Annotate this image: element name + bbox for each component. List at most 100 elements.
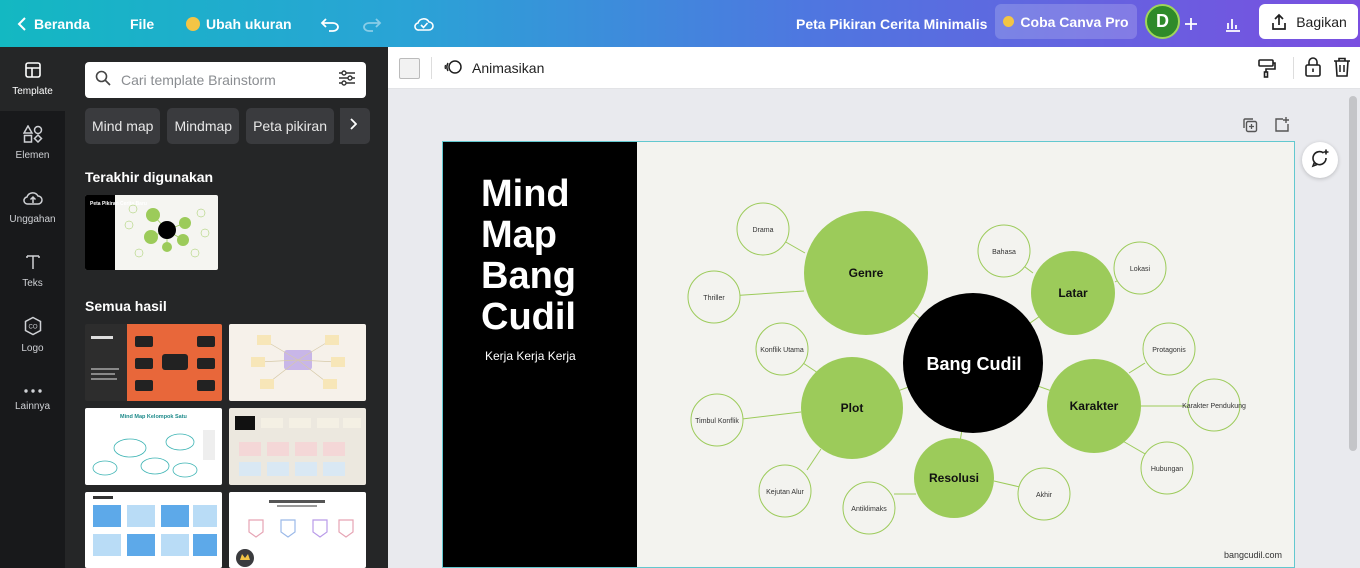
lock-icon: [1303, 57, 1323, 81]
comment-button[interactable]: [1302, 142, 1338, 178]
chevron-left-icon: [16, 16, 28, 32]
thumb-title-text: Peta Pikiran Cerita Baru: [90, 201, 147, 207]
thumb-title-text: Mind Map Kelompok Satu: [120, 414, 187, 420]
template-result[interactable]: Mind Map Kelompok Satu: [85, 408, 222, 485]
leaf-label: Antiklimaks: [851, 506, 887, 513]
leaf-label: Lokasi: [1130, 266, 1151, 273]
add-collaborator-button[interactable]: [1184, 0, 1198, 47]
text-icon: [24, 253, 42, 274]
plus-icon: [1184, 17, 1198, 31]
undo-icon: [320, 16, 340, 32]
template-result[interactable]: [229, 324, 366, 401]
avatar[interactable]: D: [1145, 4, 1180, 39]
add-page-icon: [1273, 117, 1290, 137]
leaf-label: Timbul Konflik: [695, 418, 739, 425]
template-result[interactable]: [229, 408, 366, 485]
rail-item-uploads[interactable]: Unggahan: [0, 175, 65, 239]
hub-label: Plot: [841, 401, 864, 415]
leaf-label: Protagonis: [1152, 347, 1186, 354]
template-result[interactable]: [85, 492, 222, 568]
rail-label: Teks: [22, 278, 43, 289]
add-page-button[interactable]: [1273, 116, 1290, 138]
rail-item-text[interactable]: Teks: [0, 239, 65, 303]
file-label: File: [130, 15, 155, 32]
resize-label: Ubah ukuran: [206, 15, 292, 32]
hub-label: Latar: [1058, 286, 1088, 300]
duplicate-icon: [1242, 118, 1258, 137]
chips-scroll-right[interactable]: [340, 108, 366, 144]
chip-mind-map[interactable]: Mind map: [85, 108, 161, 144]
template-result[interactable]: [229, 492, 366, 568]
home-button[interactable]: Beranda: [16, 0, 90, 47]
more-icon: [23, 386, 43, 397]
trash-icon: [1333, 57, 1351, 81]
file-menu[interactable]: File: [130, 0, 154, 47]
filter-icon[interactable]: [338, 69, 356, 91]
crown-icon: [186, 16, 200, 31]
toolbar-divider: [431, 57, 432, 79]
chip-label: Mindmap: [174, 118, 233, 134]
resize-button[interactable]: Ubah ukuran: [186, 0, 292, 47]
paint-roller-icon: [1256, 59, 1276, 82]
bar-chart-icon: [1224, 16, 1242, 32]
document-title-text: Peta Pikiran Cerita Minimalis: [796, 15, 988, 32]
share-label: Bagikan: [1296, 13, 1347, 30]
elements-icon: [22, 124, 43, 146]
try-pro-button[interactable]: Coba Canva Pro: [995, 4, 1137, 39]
duplicate-page-button[interactable]: [1242, 117, 1258, 138]
lock-button[interactable]: [1303, 57, 1323, 82]
design-page[interactable]: Mind Map Bang Cudil Kerja Kerja Kerja Dr…: [442, 141, 1295, 568]
chip-mindmap[interactable]: Mindmap: [167, 108, 240, 144]
rail-item-more[interactable]: Lainnya: [0, 367, 65, 431]
cloud-save-status[interactable]: [413, 0, 435, 47]
insights-button[interactable]: [1224, 0, 1242, 47]
editor-toolbar: Animasikan: [388, 47, 1360, 89]
document-title[interactable]: Peta Pikiran Cerita Minimalis: [796, 0, 987, 47]
leaf-label: Drama: [752, 227, 773, 234]
chip-peta-pikiran[interactable]: Peta pikiran: [246, 108, 334, 144]
background-color-swatch[interactable]: [399, 58, 420, 79]
undo-button[interactable]: [320, 0, 340, 47]
animate-label: Animasikan: [472, 60, 545, 76]
recent-template-thumbnail[interactable]: Peta Pikiran Cerita Baru: [85, 195, 218, 270]
chip-label: Mind map: [92, 118, 154, 134]
template-result[interactable]: [85, 324, 222, 401]
keyword-chips: Mind map Mindmap Peta pikiran Mi: [85, 108, 380, 144]
center-label: Bang Cudil: [927, 354, 1022, 374]
rail-item-template[interactable]: Template: [0, 47, 65, 111]
redo-button[interactable]: [362, 0, 382, 47]
upload-icon: [22, 189, 44, 210]
avatar-letter: D: [1156, 11, 1169, 31]
rail-item-elements[interactable]: Elemen: [0, 111, 65, 175]
rail-label: Logo: [21, 343, 44, 354]
leaf-label: Thriller: [703, 295, 725, 302]
chip-label: Peta pikiran: [253, 118, 327, 134]
website-footer[interactable]: bangcudil.com: [1224, 550, 1282, 560]
search-box[interactable]: [85, 62, 366, 98]
vertical-scrollbar[interactable]: [1349, 96, 1357, 451]
paint-format-button[interactable]: [1256, 58, 1276, 83]
hub-label: Genre: [849, 266, 884, 280]
crown-icon: [1003, 16, 1015, 27]
mind-map-diagram: Drama Thriller Bahasa Lokasi Konflik Uta…: [687, 202, 1246, 535]
add-comment-icon: [1310, 148, 1330, 173]
leaf-label: Hubungan: [1151, 466, 1183, 473]
rail-label: Elemen: [15, 150, 50, 161]
leaf-label: Karakter Pendukung: [1182, 403, 1246, 410]
try-pro-label: Coba Canva Pro: [1020, 13, 1129, 30]
toolbar-divider: [1293, 57, 1294, 79]
search-input[interactable]: [121, 72, 328, 88]
animate-button[interactable]: Animasikan: [444, 47, 544, 89]
logo-icon: CO: [23, 316, 43, 339]
leaf-label: Konflik Utama: [760, 347, 804, 354]
svg-text:CO: CO: [28, 325, 37, 331]
rail-item-logo[interactable]: CO Logo: [0, 303, 65, 367]
template-icon: [24, 61, 42, 82]
redo-icon: [362, 16, 382, 32]
delete-button[interactable]: [1333, 57, 1351, 82]
animate-icon: [444, 58, 464, 79]
share-button[interactable]: Bagikan: [1259, 4, 1358, 39]
leaf-label: Akhir: [1036, 492, 1053, 499]
all-results-section-title: Semua hasil: [85, 298, 167, 314]
share-icon: [1270, 13, 1288, 31]
